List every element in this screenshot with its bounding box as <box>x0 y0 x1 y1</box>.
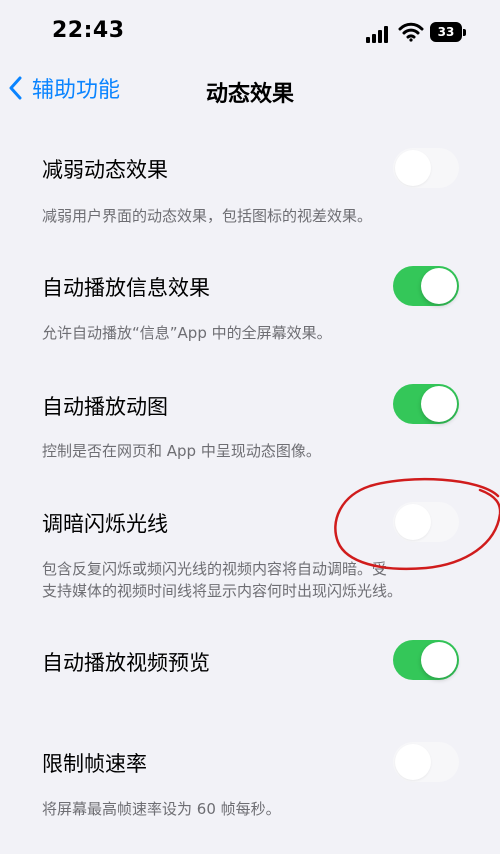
setting-description: 允许自动播放“信息”App 中的全屏幕效果。 <box>42 324 332 342</box>
navigation-bar: 辅助功能 动态效果 <box>0 60 500 116</box>
page-title: 动态效果 <box>205 82 294 107</box>
setting-description-line-1: 包含反复闪烁或频闪光线的视频内容将自动调暗。受 <box>42 560 388 578</box>
dim-flashing-lights-toggle[interactable] <box>393 502 459 542</box>
battery-icon: 33 <box>430 22 466 42</box>
setting-label: 自动播放视频预览 <box>42 651 210 675</box>
setting-label: 调暗闪烁光线 <box>42 512 168 536</box>
status-bar: 22:43 33 <box>0 0 500 66</box>
cellular-signal-icon <box>366 25 390 43</box>
setting-description: 控制是否在网页和 App 中呈现动态图像。 <box>42 442 321 460</box>
auto-play-message-effects-toggle[interactable] <box>393 266 459 306</box>
setting-description: 将屏幕最高帧速率设为 60 帧每秒。 <box>42 800 281 818</box>
limit-frame-rate-toggle[interactable] <box>393 742 459 782</box>
setting-description: 减弱用户界面的动态效果，包括图标的视差效果。 <box>42 207 373 225</box>
setting-label: 自动播放信息效果 <box>42 276 210 300</box>
setting-label: 自动播放动图 <box>42 395 168 419</box>
wifi-icon <box>398 22 424 42</box>
setting-description-line-2: 支持媒体的视频时间线将显示内容何时出现闪烁光线。 <box>42 582 403 600</box>
reduce-motion-toggle[interactable] <box>393 148 459 188</box>
status-time: 22:43 <box>52 18 125 43</box>
auto-play-video-previews-toggle[interactable] <box>393 640 459 680</box>
auto-play-animated-images-toggle[interactable] <box>393 384 459 424</box>
battery-level: 33 <box>437 25 455 39</box>
setting-label: 减弱动态效果 <box>42 158 168 182</box>
setting-label: 限制帧速率 <box>42 752 147 776</box>
